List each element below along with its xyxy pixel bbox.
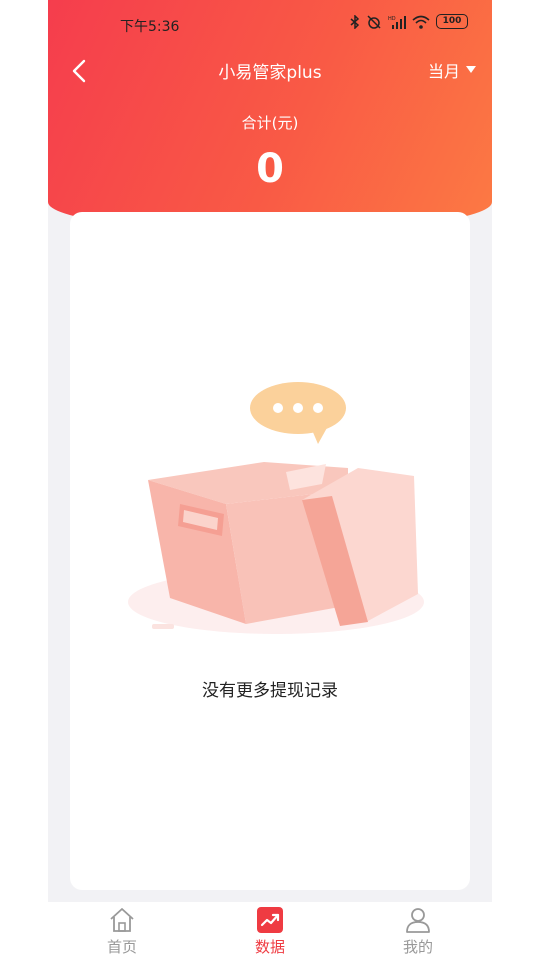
home-icon: [110, 908, 134, 932]
total-value: 0: [256, 146, 284, 192]
records-card: 没有更多提现记录: [70, 212, 470, 890]
svg-text:HD: HD: [388, 16, 396, 22]
period-label: 当月: [427, 62, 460, 81]
status-icons: HD 100: [350, 14, 468, 29]
tab-data[interactable]: 数据: [196, 902, 344, 960]
page-title: 小易管家plus: [218, 63, 322, 83]
caret-down-icon: [466, 66, 476, 73]
alarm-off-icon: [367, 14, 381, 29]
period-dropdown[interactable]: 当月: [428, 58, 476, 82]
speech-bubble-icon: [250, 382, 346, 444]
battery-indicator: 100: [436, 14, 468, 29]
navigation-bar: 小易管家plus 当月: [48, 50, 492, 90]
tab-data-label: 数据: [254, 938, 285, 956]
page: 下午5:36 HD 100 小易管家plus 当月 合计(元) 0 没有更多提现…: [0, 0, 540, 960]
user-icon: [406, 908, 430, 933]
tab-home[interactable]: 首页: [48, 902, 196, 960]
chart-trend-icon: [257, 907, 283, 933]
tab-mine[interactable]: 我的: [344, 902, 492, 960]
wifi-icon: [412, 15, 430, 29]
status-bar: 下午5:36 HD 100: [48, 12, 492, 40]
signal-icon: HD: [388, 15, 406, 29]
tab-home-label: 首页: [106, 938, 137, 956]
bluetooth-icon: [350, 14, 360, 29]
tab-mine-label: 我的: [402, 938, 433, 956]
status-time: 下午5:36: [120, 19, 180, 35]
bottom-tab-bar: 首页 数据 我的: [48, 902, 492, 960]
total-label: 合计(元): [241, 114, 299, 132]
empty-box-illustration: [128, 382, 424, 634]
app-screen: 下午5:36 HD 100 小易管家plus 当月 合计(元) 0 没有更多提现…: [48, 0, 492, 960]
empty-state-message: 没有更多提现记录: [202, 681, 338, 701]
